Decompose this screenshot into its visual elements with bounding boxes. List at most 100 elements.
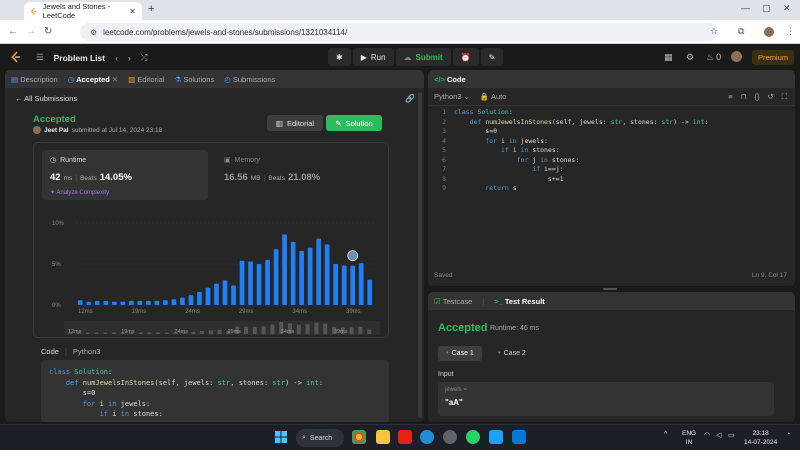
editorial-button[interactable]: ▥ Editorial [267,115,323,131]
chart-bar [197,291,202,305]
tab-testcase[interactable]: ☑ Testcase [434,297,472,306]
streak-counter[interactable]: ♨ 0 [706,52,721,63]
fullscreen-icon[interactable]: ⛶ [782,92,787,102]
submitted-code-block[interactable]: class Solution: def numJewelsInStones(se… [41,360,389,422]
whatsapp-icon[interactable] [466,430,480,444]
window-close-icon[interactable]: ✕ [783,3,791,14]
tab-accepted-label: Accepted [76,74,110,84]
tab-description[interactable]: ▤ Description [11,75,58,84]
chart-bar [367,279,373,305]
stopwatch-icon: ◷ [50,157,57,164]
timer-button[interactable]: ⏰ [452,48,479,66]
case-2-tab[interactable]: • Case 2 [490,346,534,361]
tab-editorial[interactable]: ▥ Editorial [128,75,164,84]
profile-avatar[interactable] [764,27,774,37]
code-editor[interactable]: 1 class Solution: 2 def numJewelsInStones(… [428,108,795,248]
horizontal-resize-handle[interactable] [603,288,617,290]
shuffle-icon[interactable]: ⤮ [141,52,148,63]
system-clock[interactable]: 23:18 14-07-2024 [744,429,777,447]
runtime-box[interactable]: ◷ Runtime 42 ms | Beats 14.05% ✦ Analyze … [42,150,208,200]
code-panel-header: </> Code [428,70,795,88]
tab-accepted-close-icon[interactable]: ✕ [112,75,118,84]
overview-bar [252,327,257,334]
left-panel-scrollbar[interactable] [418,92,422,418]
auto-mode[interactable]: 🔒 Auto [480,92,506,101]
language-select[interactable]: Python3 ⌄ [434,92,470,101]
format-icon[interactable]: ≡ [728,92,732,102]
youtube-icon[interactable] [398,430,412,444]
settings-gear-icon[interactable]: ⚙ [686,52,694,63]
photos-app-icon[interactable] [489,430,503,444]
tab-code[interactable]: </> Code [434,75,466,84]
all-submissions-link[interactable]: ← All Submissions [15,94,77,103]
notes-button[interactable]: ✎ [480,48,504,66]
submitter-name[interactable]: Jeet Pal [44,127,69,134]
new-tab-icon[interactable]: + [148,3,154,15]
taskbar-search[interactable]: ⌕ Search [296,429,344,447]
next-problem-icon[interactable]: › [128,53,131,63]
battery-icon[interactable]: ▭ [728,431,735,439]
prev-problem-icon[interactable]: ‹ [115,53,118,63]
runtime-distribution-chart[interactable]: 10% 5% 0% 12ms 19ms 24ms 29ms 34ms 39ms 12ms 19ms 2… [34,203,390,339]
run-button[interactable]: ▶ Run [352,48,394,66]
tray-expand-icon[interactable]: ^ [664,431,667,438]
line-number: 3 [442,127,446,135]
description-icon: ▤ [11,74,19,84]
url-bar[interactable]: ⚙ leetcode.com/problems/jewels-and-stone… [80,23,718,41]
solution-button[interactable]: ✎ Solution [326,115,382,131]
reload-icon[interactable]: ↻ [44,26,52,37]
reset-icon[interactable]: ↺ [767,92,773,102]
volume-icon[interactable]: ◁ [716,431,721,439]
layout-icon[interactable]: ▦ [664,52,673,63]
wifi-icon[interactable]: ◠ [704,431,710,439]
vscode-icon[interactable] [512,430,526,444]
submit-button[interactable]: ☁ Submit [395,48,451,66]
minimize-icon[interactable]: — [741,3,750,13]
settings-app-icon[interactable] [443,430,457,444]
leetcode-logo-icon[interactable] [10,51,22,63]
history-icon: ◷ [67,74,75,84]
windows-start-icon[interactable] [274,430,288,444]
analyze-complexity-link[interactable]: ✦ Analyze Complexity [50,189,109,196]
solution-button-label: Solution [345,118,373,128]
case-1-tab[interactable]: • Case 1 [438,346,482,361]
y-tick-label: 10% [52,221,65,227]
file-explorer-icon[interactable] [376,430,390,444]
bookmark-icon[interactable]: ⊓ [741,92,747,102]
chart-bar [111,301,117,305]
book-icon: ▥ [128,74,136,84]
memory-box[interactable]: ▣ Memory 16.56 MB | Beats 21.08% [216,150,382,200]
tab-close-icon[interactable]: ✕ [129,7,136,16]
chart-bar [86,301,92,305]
user-avatar[interactable] [731,51,742,62]
input-value-box: jewels = "aA" [438,382,774,416]
debug-button[interactable]: ✱ [328,48,351,66]
overview-bar [323,323,328,334]
extensions-icon[interactable]: ⧉ [738,26,744,37]
tab-test-result[interactable]: >_ Test Result [494,297,545,306]
browser-tab[interactable]: Jewels and Stones - LeetCode ✕ [24,2,142,20]
browser-menu-icon[interactable]: ⋮ [786,26,795,37]
chrome-icon[interactable] [352,430,366,444]
premium-button[interactable]: Premium [752,50,794,65]
link-icon[interactable]: 🔗 [405,94,415,103]
braces-icon[interactable]: {} [754,92,759,102]
bookmark-star-icon[interactable]: ☆ [710,26,718,37]
overview-tick-label: 34ms [281,329,295,335]
back-icon[interactable]: ← [8,26,18,37]
site-info-icon[interactable]: ⚙ [90,28,97,37]
forward-icon[interactable]: → [26,26,36,37]
runtime-unit: ms [63,175,73,182]
chart-bar [214,283,219,305]
notification-icon[interactable]: ◔ [786,431,790,438]
tab-submissions[interactable]: ◴ Submissions [224,75,275,84]
tab-accepted[interactable]: ◷ Accepted ✕ [68,75,119,84]
overview-bar [147,332,152,334]
overview-bar [112,332,116,334]
memory-unit: MB [250,175,261,182]
tab-solutions[interactable]: ⚗ Solutions [175,75,215,84]
input-language[interactable]: ENG IN [682,429,696,447]
edge-icon[interactable] [420,430,434,444]
problem-list-nav[interactable]: ☰ Problem List ‹ › ⤮ [36,52,148,63]
maximize-icon[interactable]: ▢ [762,3,771,14]
